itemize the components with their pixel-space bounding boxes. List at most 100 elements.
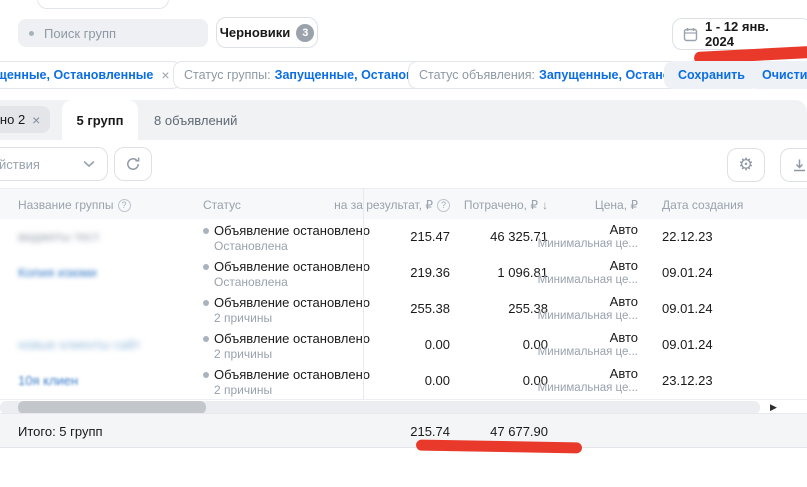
save-filters-button[interactable]: Сохранить [664,61,759,89]
totals-row: Итого: 5 групп 215.74 47 677.90 [0,413,807,448]
marker-annotation-totals [416,440,582,454]
close-icon[interactable]: × [161,67,169,83]
selection-chip[interactable]: Выбрано 2 × [0,106,50,133]
column-header-status-label: Статус [203,198,241,212]
price-mode: Авто [538,330,638,345]
drafts-button[interactable]: Черновики 3 [216,17,318,48]
cost-per-result-value: 0.00 [425,337,450,352]
price-mode: Авто [538,222,638,237]
close-icon[interactable]: × [32,112,40,128]
status-dot-icon [203,372,209,378]
column-header-status: Статус [203,198,241,212]
frozen-pane-divider [363,188,364,399]
clipped-element-above [37,0,169,9]
totals-label: Итого: 5 групп [18,424,103,439]
filter-chip-label: Статус объявления: [419,68,535,82]
price-strategy: Минимальная це... [538,238,638,250]
totals-cost-per-result: 215.74 [410,424,450,439]
table-row[interactable]: Копия изюми Объявление остановлено Остан… [0,255,807,292]
status-dot-icon [203,228,209,234]
column-header-spent-label: Потрачено, ₽ [464,198,538,212]
date-range-picker[interactable]: 1 - 12 янв. 2024 [672,18,807,50]
cost-per-result-value: 219.36 [410,265,450,280]
price-mode: Авто [538,366,638,381]
table-row[interactable]: новые клиенты сайт Объявление остановлен… [0,327,807,364]
chevron-down-icon [83,160,95,168]
column-header-name: Название группы ? [18,198,131,212]
status-text: Объявление остановлено [214,331,370,346]
drafts-label: Черновики [220,25,291,40]
group-name-link[interactable]: Копия изюми [18,265,97,280]
status-text: Объявление остановлено [214,223,370,238]
selection-chip-label: Выбрано 2 [0,112,25,127]
column-header-cost-per-result[interactable]: на за результат, ₽ ? [334,198,450,212]
settings-button[interactable]: ⚙ [727,148,765,182]
ads-manager-screen: Черновики 3 1 - 12 янв. 2024 Запущенные,… [0,0,807,487]
group-name-link[interactable]: новые клиенты сайт [18,337,140,352]
status-text: Объявление остановлено [214,367,370,382]
status-cell: Объявление остановлено Остановлена [203,223,370,253]
status-cell: Объявление остановлено 2 причины [203,367,370,397]
export-button[interactable] [780,148,807,182]
sort-desc-icon: ↓ [542,198,548,212]
tab-groups[interactable]: 5 групп [62,100,138,140]
status-subtext: Остановлена [214,239,370,253]
table-row[interactable]: Объявление остановлено 2 причины 255.38 … [0,291,807,328]
created-date: 09.01.24 [662,301,713,316]
status-text: Объявление остановлено [214,259,370,274]
price-mode: Авто [538,294,638,309]
date-range-value: 1 - 12 янв. 2024 [705,19,801,49]
price-cell: Авто Минимальная це... [538,366,638,394]
status-text: Объявление остановлено [214,295,370,310]
price-mode: Авто [538,258,638,273]
status-subtext: 2 причины [214,311,370,325]
calendar-icon [683,27,698,42]
created-date: 22.12.23 [662,229,713,244]
status-subtext: 2 причины [214,347,370,361]
created-date: 09.01.24 [662,337,713,352]
group-name-link[interactable]: виджеты тест [18,229,100,244]
price-cell: Авто Минимальная це... [538,222,638,250]
column-header-created[interactable]: Дата создания [662,198,743,212]
table-header: Название группы ? Статус на за результат… [0,188,807,220]
search-icon [29,31,34,36]
status-dot-icon [203,300,209,306]
status-subtext: Остановлена [214,275,370,289]
gear-icon: ⚙ [738,155,753,175]
actions-dropdown[interactable]: Действия [0,147,108,181]
filter-chip-value: Запущенные, Остановленные [0,68,153,82]
cost-per-result-value: 215.47 [410,229,450,244]
tab-ads[interactable]: 8 объявлений [140,100,251,140]
status-cell: Объявление остановлено 2 причины [203,295,370,325]
totals-spent: 47 677.90 [490,424,548,439]
price-strategy: Минимальная це... [538,274,638,286]
cost-per-result-value: 255.38 [410,301,450,316]
filter-chip-campaign-status[interactable]: Запущенные, Остановленные × [0,61,181,89]
price-strategy: Минимальная це... [538,382,638,394]
search-input[interactable] [42,25,196,42]
help-icon[interactable]: ? [437,199,450,212]
table-row[interactable]: 10я клиен Объявление остановлено 2 причи… [0,363,807,400]
filter-chip-label: Статус группы: [184,68,271,82]
drafts-count-badge: 3 [296,24,314,42]
table-row[interactable]: виджеты тест Объявление остановлено Оста… [0,219,807,256]
status-dot-icon [203,336,209,342]
price-strategy: Минимальная це... [538,346,638,358]
download-icon [792,158,807,173]
created-date: 23.12.23 [662,373,713,388]
group-name-link[interactable]: 10я клиен [18,373,78,388]
actions-label: Действия [0,157,40,172]
search-groups-field[interactable] [18,19,208,47]
column-header-price[interactable]: Цена, ₽ [595,198,638,212]
column-header-spent[interactable]: Потрачено, ₽ ↓ [464,198,548,212]
help-icon[interactable]: ? [118,199,131,212]
column-header-created-label: Дата создания [662,198,743,212]
column-header-name-label: Название группы [18,198,114,212]
scroll-right-icon[interactable]: ▶ [770,402,777,413]
status-dot-icon [203,264,209,270]
clear-filters-button[interactable]: Очистить [748,61,807,89]
price-cell: Авто Минимальная це... [538,258,638,286]
cost-per-result-value: 0.00 [425,373,450,388]
column-header-price-label: Цена, ₽ [595,198,638,212]
refresh-button[interactable] [114,147,152,181]
